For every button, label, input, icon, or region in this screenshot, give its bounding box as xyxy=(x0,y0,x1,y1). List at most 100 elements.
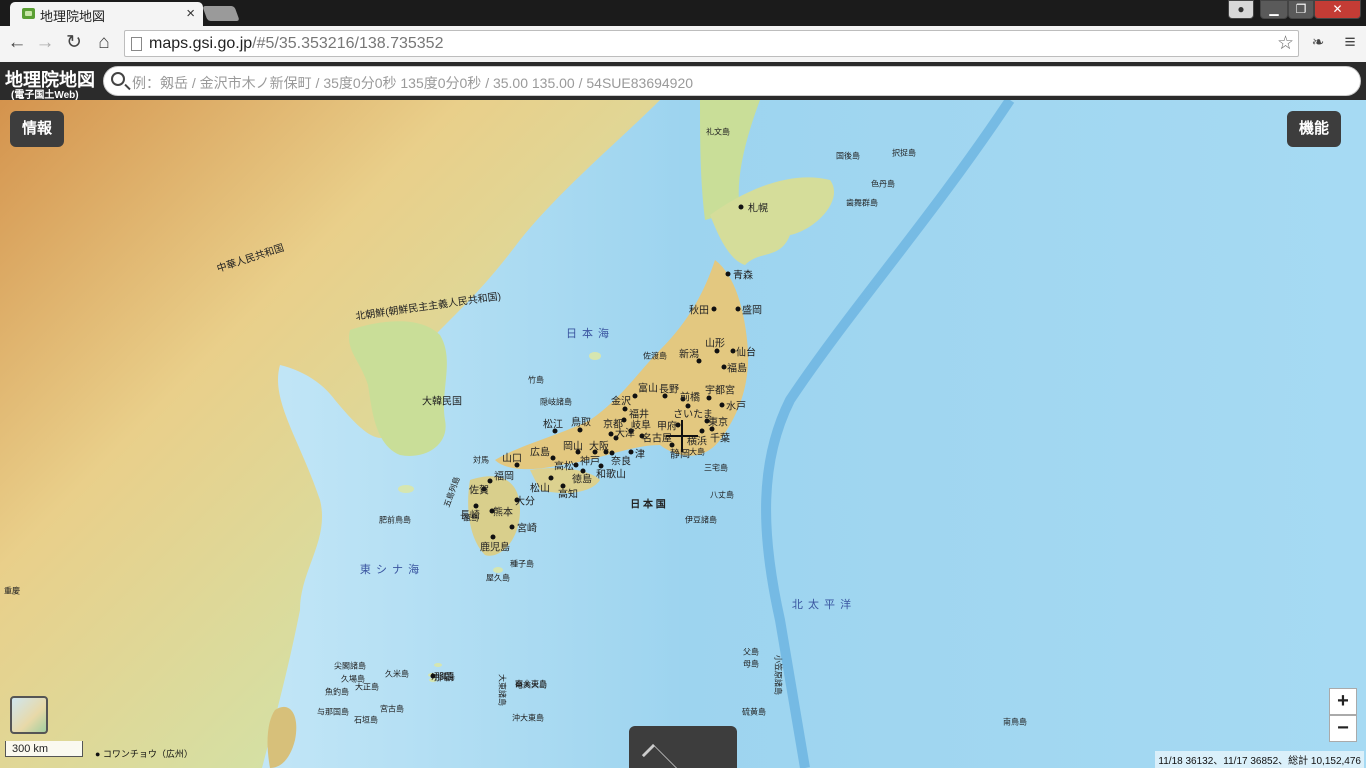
city-label: 京都 xyxy=(603,419,623,431)
bookmark-star-icon[interactable]: ☆ xyxy=(1277,32,1294,55)
label-island: 種子島 xyxy=(510,559,534,569)
address-bar[interactable]: maps.gsi.go.jp/#5/35.353216/138.735352 ☆ xyxy=(124,30,1299,57)
label-island: 択捉島 xyxy=(892,148,916,158)
city-dot xyxy=(632,393,638,399)
gsi-favicon-icon xyxy=(22,8,35,19)
city-label: 熊本 xyxy=(493,507,513,519)
city-label: 新潟 xyxy=(679,349,699,361)
label-island: 伊豆諸島 xyxy=(685,515,717,525)
label-island: 礼文島 xyxy=(706,127,730,137)
city-label: 大分 xyxy=(515,496,535,508)
city-dot xyxy=(730,348,736,354)
city-label: 鳥取 xyxy=(571,417,591,429)
city-label: 高松 xyxy=(554,461,574,473)
city-label: 岡山 xyxy=(563,441,583,453)
label-island: 石垣島 xyxy=(354,715,378,725)
city-label: 徳島 xyxy=(572,474,592,486)
city-label: 山形 xyxy=(705,338,725,350)
city-dot xyxy=(735,306,741,312)
place-annotation: ● コワンチョウ（広州） xyxy=(95,749,193,759)
city-label: 神戸 xyxy=(580,456,600,468)
city-label: 和歌山 xyxy=(596,469,626,481)
site-logo-subtitle: (電子国土Web) xyxy=(11,90,79,101)
label-island: 尖閣諸島 xyxy=(334,661,366,671)
label-island: 歯舞群島 xyxy=(846,198,878,208)
label-island: 肥前鳥島 xyxy=(379,515,411,525)
city-label: 千葉 xyxy=(710,433,730,445)
label-island: 魚釣島 xyxy=(325,687,349,697)
city-dot xyxy=(608,431,614,437)
basemap-thumbnail[interactable] xyxy=(10,696,48,734)
functions-button[interactable]: 機能 xyxy=(1287,111,1342,147)
city-label: 青森 xyxy=(733,270,753,282)
user-profile-icon[interactable]: ● xyxy=(1228,0,1254,19)
info-button[interactable]: 情報 xyxy=(10,111,65,147)
label-island: 国後島 xyxy=(836,151,860,161)
place-search-input[interactable]: 例：剱岳 / 金沢市木ノ新保町 / 35度0分0秒 135度0分0秒 / 35.… xyxy=(103,66,1361,96)
label-island: 南大東島 xyxy=(515,679,547,689)
city-label: 松江 xyxy=(543,419,563,431)
label-pacific: 北 太 平 洋 xyxy=(791,599,853,611)
site-header: 地理院地図 (電子国土Web) 例：剱岳 / 金沢市木ノ新保町 / 35度0分0… xyxy=(0,62,1366,101)
forward-arrow-icon[interactable]: → xyxy=(33,31,57,55)
home-icon[interactable]: ⌂ xyxy=(92,31,116,55)
city-label: 福島 xyxy=(727,363,747,375)
minimize-button[interactable]: ▁ xyxy=(1260,0,1288,19)
label-island: 父島 xyxy=(743,647,759,657)
city-dot xyxy=(719,402,725,408)
city-label: 那覇 xyxy=(434,672,454,684)
panel-expand-chevron-icon[interactable] xyxy=(629,726,737,768)
city-label: 津 xyxy=(635,449,645,461)
city-label: 秋田 xyxy=(689,305,709,317)
back-arrow-icon[interactable]: ← xyxy=(5,31,29,55)
label-japan: 日 本 国 xyxy=(630,499,666,511)
zoom-out-button[interactable]: − xyxy=(1329,715,1357,742)
evernote-extension-icon[interactable]: ❧ xyxy=(1306,31,1330,55)
label-island: 久場島 xyxy=(341,674,365,684)
city-label: 宇都宮 xyxy=(705,385,735,397)
city-label: 広島 xyxy=(530,447,550,459)
city-label: 山口 xyxy=(502,453,522,465)
city-dot xyxy=(509,524,515,530)
browser-tab-strip: 地理院地図 × ● ▁ ❐ ✕ xyxy=(0,0,1366,26)
label-island: 小笠原諸島 xyxy=(773,655,783,695)
tab-title: 地理院地図 xyxy=(40,9,106,24)
label-island: 佐渡島 xyxy=(643,351,667,361)
city-label: 盛岡 xyxy=(742,305,762,317)
label-island: 八丈島 xyxy=(710,490,734,500)
city-label: 水戸 xyxy=(726,401,746,413)
maximize-button[interactable]: ❐ xyxy=(1288,0,1314,19)
label-island: 対馬 xyxy=(473,455,489,465)
label-rok: 大韓民国 xyxy=(422,396,462,408)
reload-icon[interactable]: ↻ xyxy=(62,31,86,55)
center-crosshair-icon xyxy=(666,420,698,452)
city-dot xyxy=(573,462,579,468)
label-island: 色丹島 xyxy=(871,179,895,189)
access-counter: 11/18 36132、11/17 36852、総計 10,152,476 xyxy=(1155,751,1364,768)
label-island: 与那国島 xyxy=(317,707,349,717)
city-label: 長崎 xyxy=(460,510,480,522)
browser-toolbar: ← → ↻ ⌂ maps.gsi.go.jp/#5/35.353216/138.… xyxy=(0,26,1366,62)
map-canvas[interactable]: 中華人民共和国 北朝鮮(朝鮮民主主義人民共和国) 大韓民国 日 本 国 日 本 … xyxy=(0,100,1366,768)
close-window-button[interactable]: ✕ xyxy=(1314,0,1361,19)
new-tab-button[interactable] xyxy=(202,6,240,21)
browser-tab[interactable]: 地理院地図 × xyxy=(10,2,203,26)
city-label: 宮崎 xyxy=(517,523,537,535)
label-island: 屋久島 xyxy=(486,573,510,583)
city-dot xyxy=(628,449,634,455)
label-island: 南鳥島 xyxy=(1003,717,1027,727)
label-island: 久米島 xyxy=(385,669,409,679)
url-host: maps.gsi.go.jp xyxy=(149,35,253,52)
zoom-in-button[interactable]: + xyxy=(1329,688,1357,715)
city-label: 金沢 xyxy=(611,396,631,408)
label-island: 母島 xyxy=(743,659,759,669)
scale-bar: 300 km xyxy=(5,741,83,757)
search-icon xyxy=(111,72,125,86)
city-dot xyxy=(725,271,731,277)
city-label: 佐賀 xyxy=(469,485,489,497)
chrome-menu-icon[interactable]: ≡ xyxy=(1338,31,1362,55)
label-island: 隠岐諸島 xyxy=(540,397,572,407)
label-island: 宮古島 xyxy=(380,704,404,714)
label-island: 大東諸島 xyxy=(497,674,507,706)
tab-close-icon[interactable]: × xyxy=(186,5,195,22)
